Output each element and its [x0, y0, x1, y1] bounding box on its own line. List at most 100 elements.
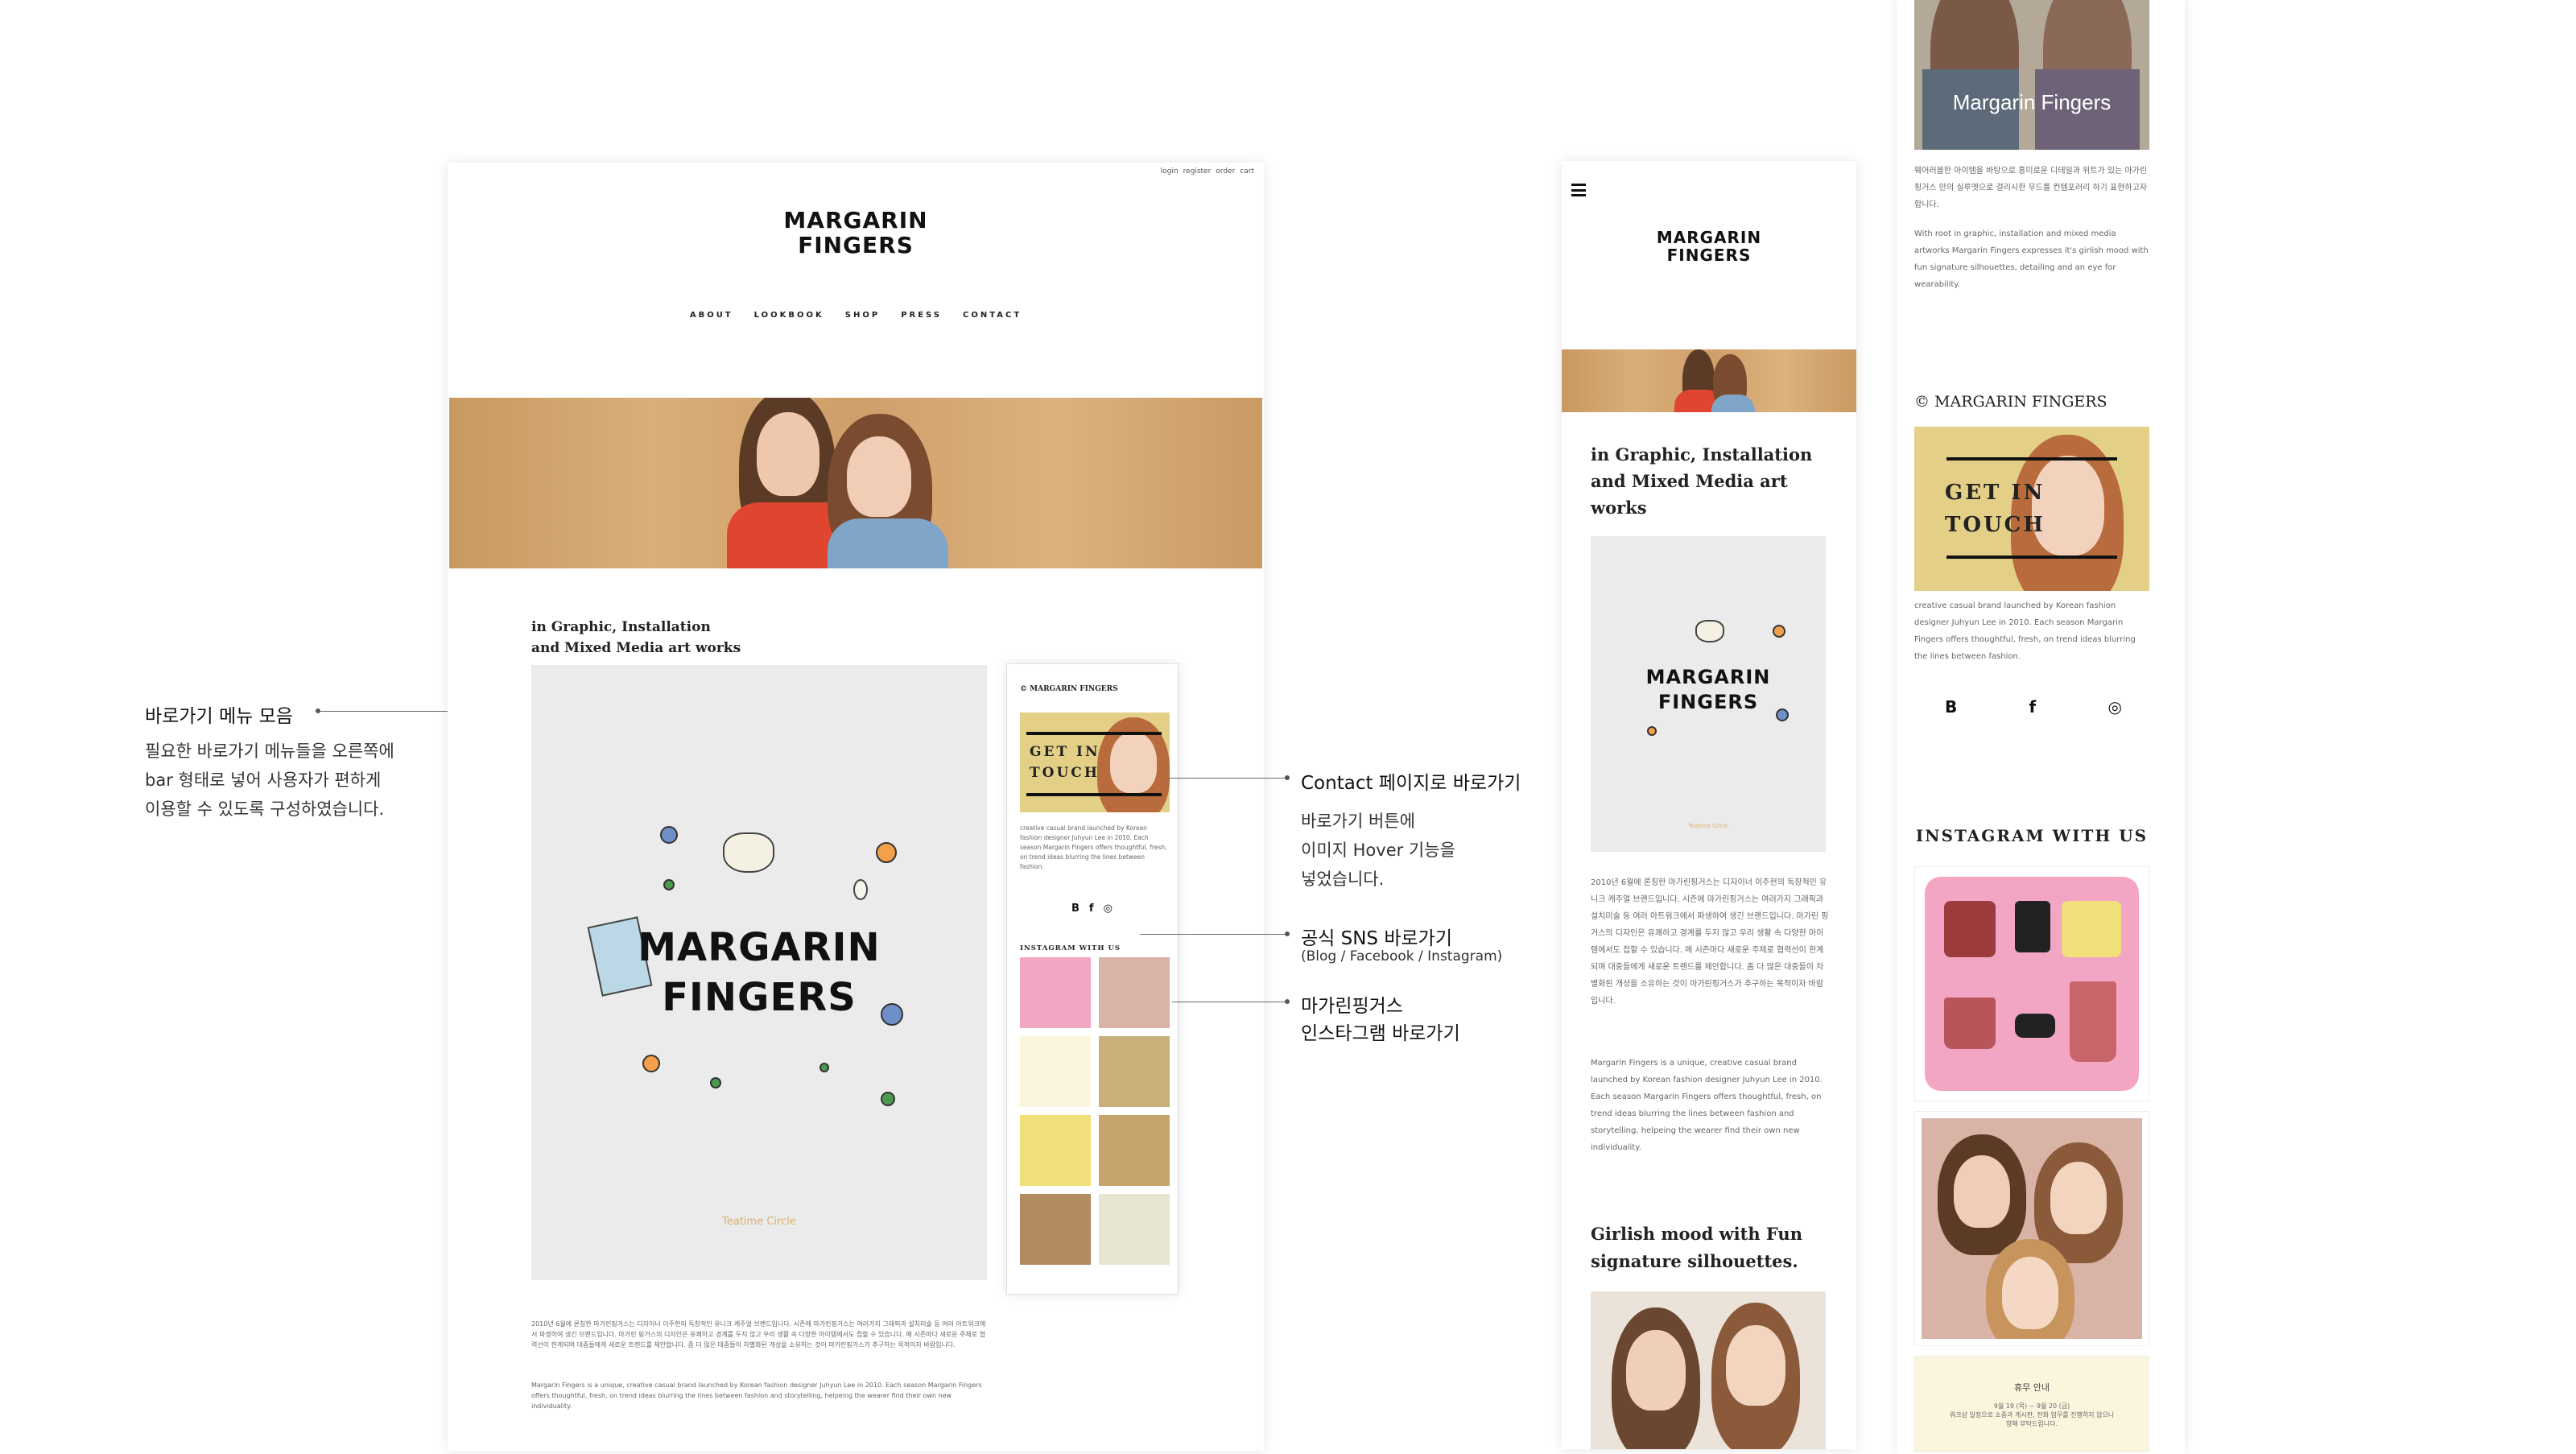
teapot-icon: [1695, 620, 1724, 642]
flower-icon: [642, 1055, 660, 1072]
instagram-title: INSTAGRAM WITH US: [1020, 944, 1121, 952]
intro-title-line2: and Mixed Media art works: [531, 640, 741, 656]
thumb-girl-2-face: [2050, 1162, 2107, 1234]
mobile-get-in-touch-label: GET IN TOUCH: [1945, 477, 2046, 541]
flower-icon: [1776, 708, 1789, 721]
sweater-item: [2062, 901, 2121, 957]
mobile-get-in-touch-button[interactable]: GET IN TOUCH: [1914, 427, 2149, 591]
teapot-icon: [723, 832, 774, 873]
callout-menu-line2: bar 형태로 넣어 사용자가 편하게: [145, 770, 382, 790]
order-link[interactable]: order: [1216, 167, 1235, 176]
flower-icon: [1647, 726, 1657, 736]
mobile-page: MARGARIN FINGERS in Graphic, Installatio…: [1562, 161, 1856, 1449]
mobile-hero-image: [1562, 349, 1856, 412]
flower-icon: [1773, 625, 1785, 638]
hero-image: [449, 398, 1262, 568]
spoon-icon: [853, 879, 868, 900]
notice-line2: 워크샵 일정으로 소중과 게시판, 전화 업무를 진행하지 않으니: [1949, 1411, 2115, 1419]
callout-sns-sub: (Blog / Facebook / Instagram): [1301, 948, 1503, 965]
instagram-thumb[interactable]: [1099, 1036, 1170, 1107]
girlish-line2: signature silhouettes.: [1591, 1251, 1798, 1271]
callout-contact-title: Contact 페이지로 바로가기: [1301, 773, 1521, 794]
skirt-item: [1944, 998, 1996, 1049]
intro-title-line1: in Graphic, Installation: [531, 619, 711, 635]
thumb-girls: [1922, 1118, 2142, 1339]
top-links: login register order cart: [1161, 167, 1254, 176]
flower-icon: [876, 842, 897, 863]
logo-line1: MARGARIN: [783, 207, 928, 233]
sns-links: B f ◎: [1071, 903, 1113, 915]
logo-line2: FINGERS: [798, 232, 914, 259]
flower-icon: [881, 1003, 903, 1026]
instagram-thumb[interactable]: [1914, 1111, 2149, 1346]
thumb-girl-1-face: [1954, 1155, 2010, 1228]
get-in-touch-line1: GET IN: [1030, 744, 1100, 760]
instagram-icon[interactable]: ◎: [1104, 903, 1113, 915]
nav-shop[interactable]: SHOP: [845, 311, 880, 320]
mobile-intro-line1: in Graphic, Installation: [1591, 444, 1813, 465]
thumb-girl-3-face: [2002, 1257, 2058, 1329]
facebook-icon[interactable]: f: [2029, 697, 2037, 717]
get-in-touch-line2: TOUCH: [1030, 765, 1100, 781]
callout-insta-dot: [1285, 999, 1290, 1004]
nav-contact[interactable]: CONTACT: [963, 311, 1022, 320]
contact-girl-face: [1110, 732, 1157, 793]
feature-image: MARGARIN FINGERS Teatime Circle: [531, 665, 987, 1280]
callout-insta-line1: 마가린핑거스: [1301, 996, 1403, 1017]
login-link[interactable]: login: [1161, 167, 1179, 176]
blog-icon[interactable]: B: [1071, 903, 1080, 915]
instagram-thumb[interactable]: [1020, 957, 1091, 1028]
mobile-instagram-title: INSTAGRAM WITH US: [1915, 826, 2149, 845]
hero-girl-left-face: [757, 412, 819, 496]
mobile-logo-line2: FINGERS: [1666, 246, 1752, 266]
mobile-teatime-label: Teatime Circle: [1688, 823, 1728, 829]
callout-menu-line3: 이용할 수 있도록 구성하였습니다.: [145, 799, 385, 819]
mobile-sidebar-page: Margarin Fingers 웨어러블한 아이템을 바탕으로 흥미로운 디테…: [1897, 0, 2185, 1454]
hero-girl-right-top: [828, 518, 948, 568]
instagram-icon[interactable]: ◎: [2108, 697, 2122, 717]
nav-press[interactable]: PRESS: [901, 311, 942, 320]
callout-menu-title: 바로가기 메뉴 모음: [145, 706, 293, 727]
mobile-hero-girl2-top: [1711, 394, 1755, 412]
notice-title: 휴무 안내: [2014, 1382, 2050, 1393]
instagram-thumb[interactable]: [1914, 866, 2149, 1101]
register-link[interactable]: register: [1183, 167, 1212, 176]
long-skirt-item: [2070, 981, 2116, 1062]
instagram-thumb[interactable]: [1099, 957, 1170, 1028]
nav-about[interactable]: ABOUT: [690, 311, 733, 320]
teatime-label: Teatime Circle: [722, 1216, 796, 1228]
flower-icon: [660, 826, 678, 844]
blog-icon[interactable]: B: [1945, 697, 1957, 717]
instagram-thumb[interactable]: [1099, 1194, 1170, 1265]
hamburger-menu-icon[interactable]: [1571, 184, 1586, 196]
instagram-thumb[interactable]: [1020, 1194, 1091, 1265]
facebook-icon[interactable]: f: [1089, 903, 1094, 915]
callout-menu-line1: 필요한 바로가기 메뉴들을 오른쪽에: [145, 741, 394, 761]
cart-link[interactable]: cart: [1240, 167, 1254, 176]
mobile-logo[interactable]: MARGARIN FINGERS: [1562, 229, 1856, 265]
photo-girl-left-face: [1626, 1330, 1686, 1411]
callout-contact-dot: [1285, 775, 1290, 780]
mobile-intro-line3: works: [1591, 498, 1647, 518]
callout-sns-line: [1140, 934, 1288, 935]
desktop-page: login register order cart MARGARIN FINGE…: [448, 163, 1264, 1451]
callout-sns-dot: [1285, 931, 1290, 936]
get-in-touch-button[interactable]: GET IN TOUCH: [1020, 713, 1170, 812]
instagram-thumb[interactable]: 휴무 안내 9월 19 (목) ~ 9월 20 (금) 워크샵 일정으로 소중과…: [1914, 1356, 2149, 1452]
mobile-intro-line2: and Mixed Media art: [1591, 471, 1788, 491]
nav-lookbook[interactable]: LOOKBOOK: [754, 311, 824, 320]
instagram-thumb[interactable]: [1020, 1115, 1091, 1186]
blouse-item: [1944, 901, 1996, 957]
mobile-feature-logo-line1: MARGARIN: [1645, 666, 1771, 688]
thumb-pink-frame: [1925, 877, 2139, 1091]
instagram-thumb[interactable]: [1020, 1036, 1091, 1107]
instagram-thumb[interactable]: [1099, 1115, 1170, 1186]
desktop-logo[interactable]: MARGARIN FINGERS: [448, 208, 1264, 258]
get-in-touch-label: GET IN TOUCH: [1030, 741, 1100, 783]
shoes-item: [2015, 1014, 2055, 1038]
girlish-title: Girlish mood with Fun signature silhouet…: [1591, 1221, 1802, 1275]
feature-logo-line1: MARGARIN: [638, 925, 881, 970]
callout-sns-title: 공식 SNS 바로가기: [1301, 928, 1452, 949]
mobile-contact-bar-top: [1946, 457, 2117, 461]
mobile-sidebar-copyright: © MARGARIN FINGERS: [1914, 393, 2107, 411]
